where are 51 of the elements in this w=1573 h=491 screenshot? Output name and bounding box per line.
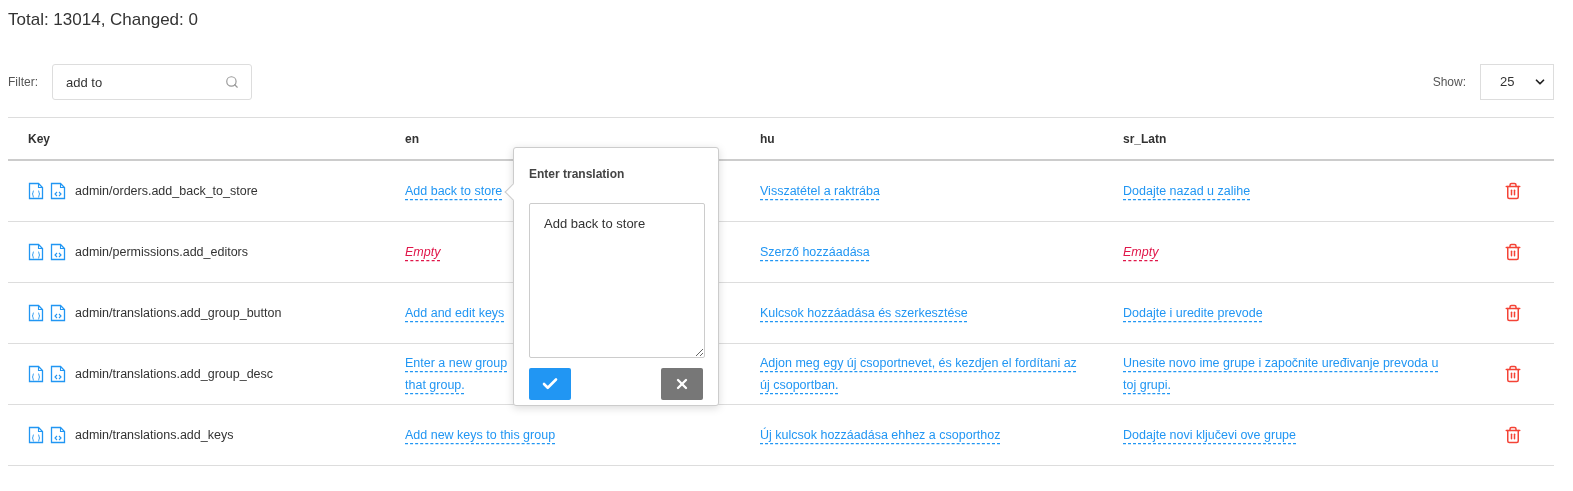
translation-link[interactable]: Add and edit keys (405, 302, 505, 324)
popover-title: Enter translation (529, 166, 626, 183)
translation-link[interactable]: Enter a new group (405, 352, 508, 374)
filter-label: Filter: (8, 74, 38, 91)
code-file-icon[interactable] (50, 426, 66, 444)
translation-link[interactable]: Dodajte nazad u zalihe (1123, 180, 1251, 202)
translation-key: admin/translations.add_group_button (75, 303, 282, 323)
translation-link[interactable]: Visszatétel a raktrába (760, 180, 880, 202)
empty-translation-link[interactable]: Empty (405, 241, 441, 263)
cancel-button[interactable] (661, 368, 703, 400)
translation-link[interactable]: Dodajte i uredite prevode (1123, 302, 1263, 324)
translation-textarea[interactable]: Add back to store (529, 203, 705, 358)
json-file-icon[interactable] (28, 426, 44, 444)
translation-link[interactable]: Add back to store (405, 180, 503, 202)
delete-icon[interactable] (1504, 304, 1522, 322)
column-header: hu (759, 130, 776, 148)
column-header: Key (27, 130, 51, 148)
translation-link[interactable]: that group. (405, 374, 465, 396)
column-header: sr_Latn (1122, 130, 1168, 148)
translation-link[interactable]: Adjon meg egy új csoportnevet, és kezdjen el fordítani az új csoportban. (760, 352, 1078, 396)
translation-link[interactable]: Add new keys to this group (405, 424, 556, 446)
translation-link[interactable]: Kulcsok hozzáadása és szerkesztése (760, 302, 968, 324)
json-file-icon[interactable] (28, 182, 44, 200)
show-label: Show: (1432, 74, 1466, 91)
translation-link[interactable]: Dodajte novi ključevi ove grupe (1123, 424, 1297, 446)
translation-link[interactable]: Unesite novo ime grupe i započnite uređivanje prevoda u toj grupi. (1123, 352, 1450, 396)
empty-translation-link[interactable]: Empty (1123, 241, 1159, 263)
filter-field[interactable]: add to (52, 64, 252, 100)
close-icon (674, 376, 690, 392)
search-icon (225, 75, 239, 89)
translation-key: admin/translations.add_group_desc (75, 364, 274, 384)
code-file-icon[interactable] (50, 182, 66, 200)
page-size-select[interactable]: 25 (1480, 64, 1554, 100)
delete-icon[interactable] (1504, 426, 1522, 444)
json-file-icon[interactable] (28, 365, 44, 383)
json-file-icon[interactable] (28, 304, 44, 322)
translation-key: admin/orders.add_back_to_store (75, 181, 258, 201)
translation-key: admin/translations.add_keys (75, 425, 234, 445)
delete-icon[interactable] (1504, 365, 1522, 383)
column-header: en (404, 130, 420, 148)
code-file-icon[interactable] (50, 365, 66, 383)
delete-icon[interactable] (1504, 243, 1522, 261)
delete-icon[interactable] (1504, 182, 1522, 200)
code-file-icon[interactable] (50, 304, 66, 322)
translation-link[interactable]: Szerző hozzáadása (760, 241, 870, 263)
summary-heading: Total: 13014, Changed: 0 (8, 9, 199, 31)
json-file-icon[interactable] (28, 243, 44, 261)
confirm-button[interactable] (529, 368, 571, 400)
translation-link[interactable]: Új kulcsok hozzáadása ehhez a csoporthoz (760, 424, 1001, 446)
translation-key: admin/permissions.add_editors (75, 242, 248, 262)
code-file-icon[interactable] (50, 243, 66, 261)
